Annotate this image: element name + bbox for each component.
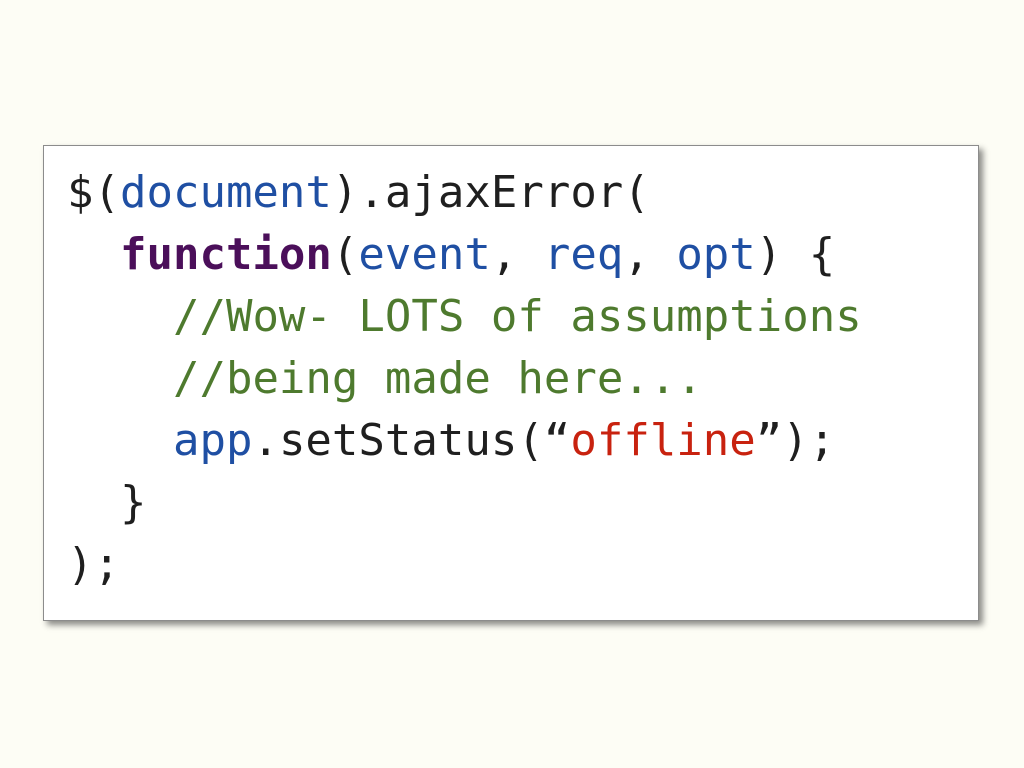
code-line-1: $(document).ajaxError( — [67, 162, 862, 224]
code-line-7: ); — [67, 534, 862, 596]
code-token: } — [119, 477, 147, 528]
code-token: ) { — [755, 229, 836, 280]
code-line-5: app.setStatus(“offline”); — [67, 410, 862, 472]
code-snippet-box: $(document).ajaxError( function(event, r… — [43, 145, 979, 621]
code-identifier-document: document — [119, 167, 332, 218]
code-token: .setStatus(“ — [252, 415, 571, 466]
code-token: , — [623, 229, 677, 280]
code-token: , — [490, 229, 544, 280]
code-block: $(document).ajaxError( function(event, r… — [67, 162, 862, 596]
code-line-4: //being made here... — [67, 348, 862, 410]
code-token: ); — [67, 539, 120, 590]
code-token: $( — [67, 167, 120, 218]
code-token: ).ajaxError( — [331, 167, 650, 218]
code-string-offline: offline — [570, 415, 756, 466]
code-keyword-function: function — [119, 229, 332, 280]
code-line-2: function(event, req, opt) { — [67, 224, 862, 286]
code-comment: //Wow- LOTS of assumptions — [172, 291, 862, 342]
code-param-event: event — [358, 229, 491, 280]
code-param-req: req — [543, 229, 624, 280]
code-token: ( — [331, 229, 359, 280]
code-line-6: } — [67, 472, 862, 534]
code-identifier-app: app — [172, 415, 253, 466]
code-comment: //being made here... — [172, 353, 703, 404]
code-line-3: //Wow- LOTS of assumptions — [67, 286, 862, 348]
code-param-opt: opt — [676, 229, 756, 280]
code-token: ”); — [755, 415, 836, 466]
